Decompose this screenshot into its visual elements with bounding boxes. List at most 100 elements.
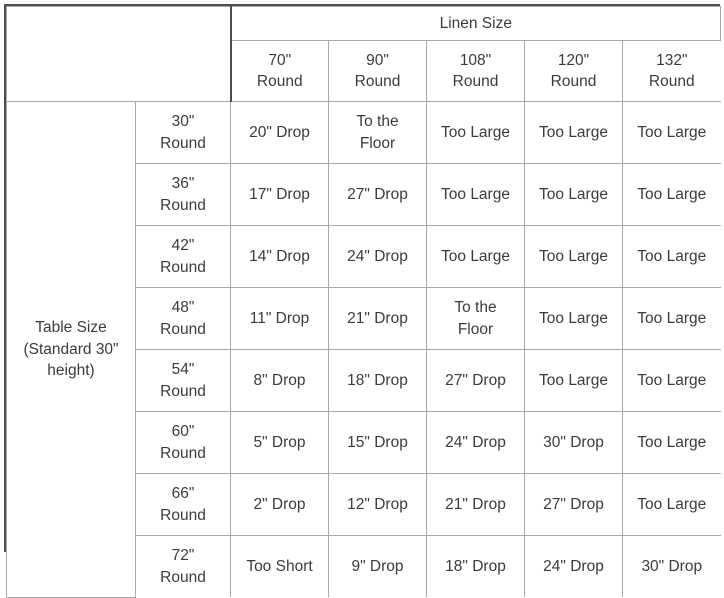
table-cell: 20" Drop (230, 101, 329, 164)
row-header-shape: Round (160, 320, 206, 338)
row-header-size: 30" (171, 113, 195, 131)
cell-line1: 24" Drop (543, 557, 604, 575)
row-header-size: 36" (171, 175, 195, 193)
corner-blank-cell (6, 6, 232, 102)
cell-line1: Too Large (637, 247, 707, 265)
cell-line1: Too Large (637, 371, 707, 389)
row-group-header-line2: (Standard 30" (23, 340, 119, 358)
row-header-shape: Round (160, 196, 206, 214)
table-cell: 27" Drop (328, 163, 427, 226)
column-header-shape: Round (648, 73, 695, 90)
cell-line1: 18" Drop (445, 557, 506, 575)
column-header-4: 132" Round (621, 40, 721, 102)
table-cell: Too Large (426, 101, 525, 164)
column-header-shape: Round (256, 73, 303, 90)
cell-line1: Too Large (539, 309, 608, 327)
row-header-6: 66" Round (135, 473, 231, 536)
row-group-header-line3: height) (47, 361, 95, 379)
column-header-size: 108" (459, 51, 492, 69)
column-header-size: 90" (366, 51, 389, 69)
table-cell: Too Short (230, 535, 329, 597)
row-header-size: 66" (171, 485, 195, 503)
table-cell: Too Large (621, 411, 721, 474)
table-cell: 9" Drop (328, 535, 427, 597)
table-cell: 21" Drop (328, 287, 427, 350)
cell-line1: 14" Drop (249, 247, 310, 265)
column-header-2: 108" Round (426, 40, 525, 102)
column-header-shape: Round (550, 73, 597, 90)
table-cell: 8" Drop (230, 349, 329, 412)
table-cell: Too Large (621, 163, 721, 226)
column-header-shape: Round (452, 73, 499, 90)
table-cell: Too Large (621, 473, 721, 536)
table-cell: Too Large (524, 101, 623, 164)
table-cell: 27" Drop (426, 349, 525, 412)
cell-line1: Too Short (246, 557, 313, 575)
table-row: Table Size (Standard 30" height) 30" Rou… (6, 101, 721, 598)
cell-line1: Too Large (441, 247, 510, 265)
table-cell: 11" Drop (230, 287, 329, 350)
cell-line1: 27" Drop (543, 495, 604, 513)
cell-line1: 18" Drop (347, 371, 408, 389)
cell-line1: 21" Drop (347, 309, 408, 327)
cell-line1: Too Large (441, 123, 510, 141)
row-header-size: 42" (171, 237, 195, 255)
cell-line1: 11" Drop (249, 309, 310, 327)
cell-line1: To the (454, 299, 497, 317)
cell-line1: Too Large (539, 371, 608, 389)
table-cell: 21" Drop (426, 473, 525, 536)
cell-line1: Too Large (539, 123, 608, 141)
cell-line1: Too Large (637, 309, 707, 327)
cell-line1: Too Large (637, 185, 707, 203)
cell-line1: Too Large (539, 185, 608, 203)
row-header-size: 60" (171, 423, 195, 441)
table-header-row-group: Linen Size (6, 6, 722, 102)
table-cell: 15" Drop (328, 411, 427, 474)
table-cell: 24" Drop (426, 411, 525, 474)
cell-line1: 15" Drop (347, 433, 408, 451)
row-header-5: 60" Round (135, 411, 231, 474)
table-cell: Too Large (524, 349, 623, 412)
row-header-shape: Round (160, 134, 206, 152)
cell-line1: Too Large (441, 185, 510, 203)
cell-line1: 30" Drop (641, 557, 703, 575)
table-cell: Too Large (621, 225, 721, 288)
row-header-shape: Round (160, 444, 206, 462)
table-cell: Too Large (621, 101, 721, 164)
table-cell: Too Large (426, 225, 525, 288)
cell-line1: 8" Drop (253, 371, 306, 389)
cell-line1: 17" Drop (249, 185, 310, 203)
table-cell: 12" Drop (328, 473, 427, 536)
cell-line1: 24" Drop (347, 247, 408, 265)
row-header-0: 30" Round (135, 101, 231, 164)
cell-line1: 30" Drop (543, 433, 604, 451)
row-header-2: 42" Round (135, 225, 231, 288)
cell-line1: 20" Drop (249, 123, 310, 141)
row-header-shape: Round (160, 506, 206, 524)
table-cell: Too Large (426, 163, 525, 226)
row-header-4: 54" Round (135, 349, 231, 412)
cell-line2: Floor (457, 320, 494, 338)
row-header-1: 36" Round (135, 163, 231, 226)
cell-line1: 21" Drop (445, 495, 506, 513)
table-cell: 18" Drop (426, 535, 525, 597)
table-cell: To the Floor (328, 101, 427, 164)
column-header-0: 70" Round (230, 40, 329, 102)
row-header-shape: Round (160, 382, 206, 400)
cell-line1: 24" Drop (445, 433, 506, 451)
column-header-3: 120" Round (524, 40, 623, 102)
table-cell: 24" Drop (328, 225, 427, 288)
row-group-header-line1: Table Size (35, 319, 107, 337)
cell-line2: Floor (359, 134, 396, 152)
cell-line1: 27" Drop (445, 371, 506, 389)
table-cell: 30" Drop (621, 535, 721, 597)
column-header-size: 132" (656, 51, 688, 69)
row-header-shape: Round (160, 258, 206, 276)
cell-line1: Too Large (539, 247, 608, 265)
table-cell: 30" Drop (524, 411, 623, 474)
table-cell: Too Large (621, 349, 721, 412)
cell-line1: 2" Drop (253, 495, 306, 513)
linen-size-table: Linen Size 70" Round 90" Round 108" Roun… (6, 6, 722, 598)
column-header-shape: Round (354, 73, 401, 90)
table-cell: Too Large (524, 225, 623, 288)
